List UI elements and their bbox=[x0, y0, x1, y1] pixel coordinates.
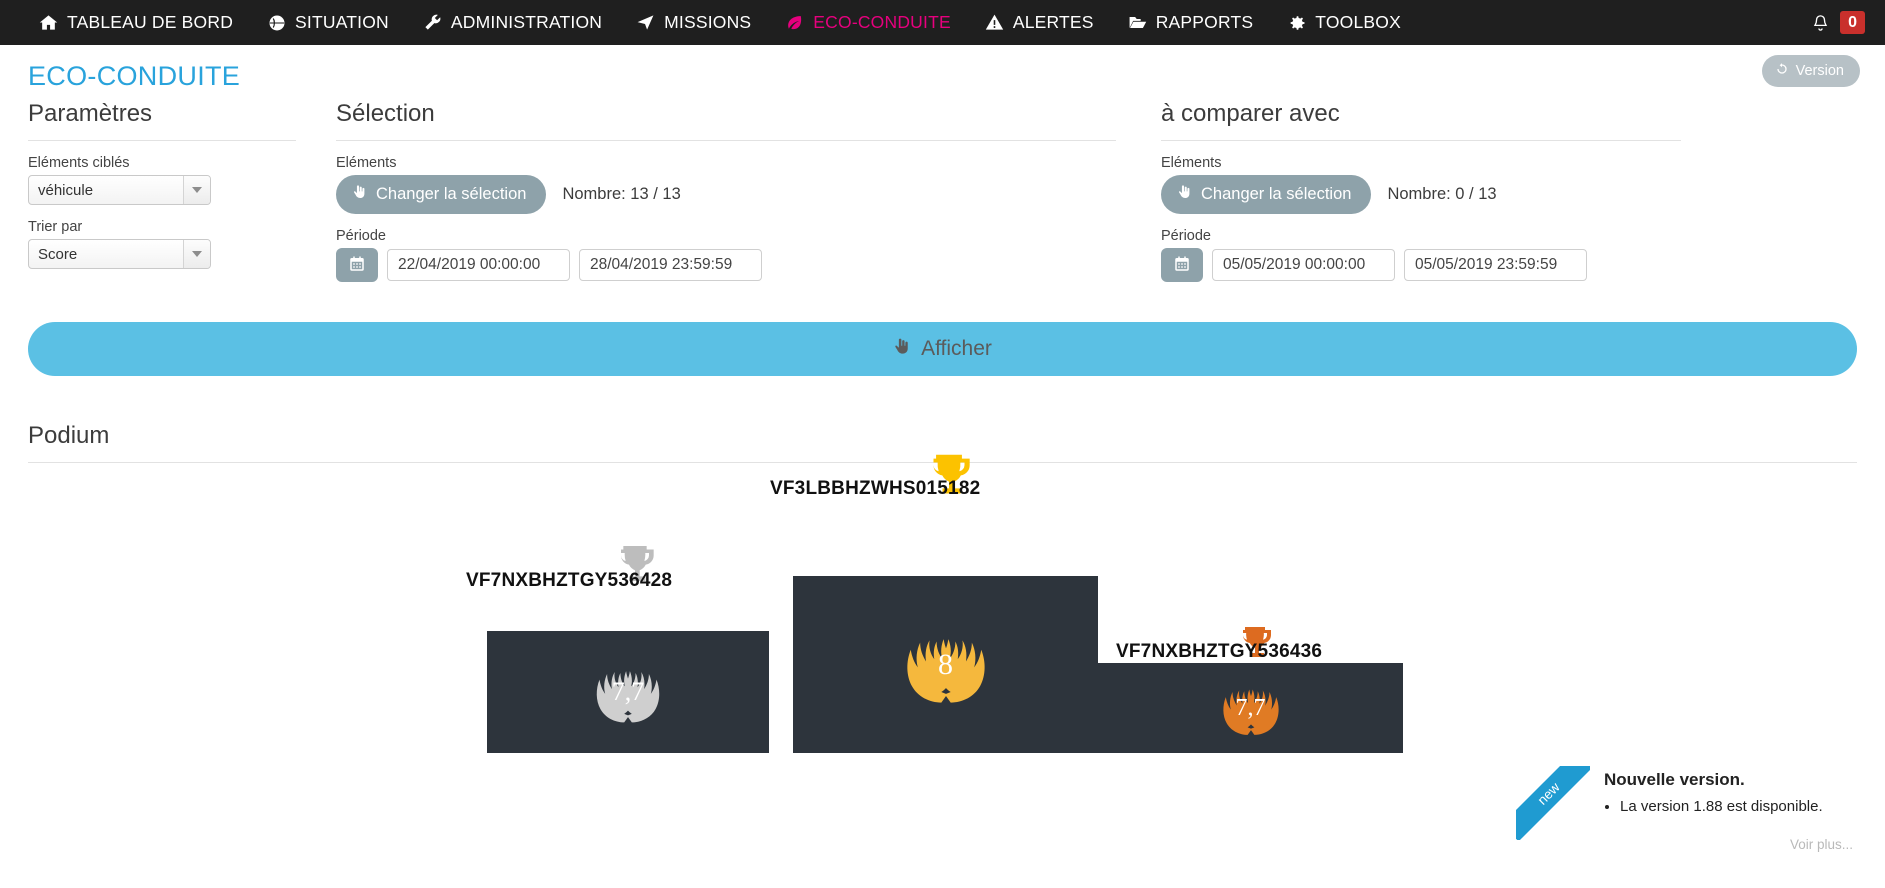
nav-label: TABLEAU DE BORD bbox=[67, 12, 234, 32]
change-comparison-label: Changer la sélection bbox=[1201, 185, 1352, 203]
nav-label: TOOLBOX bbox=[1315, 12, 1401, 32]
label-elements-cibles: Eléments ciblés bbox=[28, 155, 130, 171]
nav-label: ALERTES bbox=[1012, 12, 1094, 32]
nav-item-situation[interactable]: SITUATION bbox=[250, 0, 406, 45]
hand-pointer-icon bbox=[1177, 184, 1193, 205]
nav-item-eco-conduite[interactable]: ECO-CONDUITE bbox=[768, 0, 968, 45]
change-comparison-button[interactable]: Changer la sélection bbox=[1161, 175, 1372, 214]
toast-message: La version 1.88 est disponible. bbox=[1620, 798, 1823, 815]
podium-place-3: 7,7 VF7NXBHZTGY536436 bbox=[1098, 573, 1403, 753]
podium-score-3: 7,7 bbox=[1235, 694, 1266, 721]
notification-badge[interactable]: 0 bbox=[1840, 10, 1865, 35]
nav-item-tableau-de-bord[interactable]: TABLEAU DE BORD bbox=[22, 0, 250, 45]
label-trier-par: Trier par bbox=[28, 219, 83, 235]
selection-date-start-input[interactable] bbox=[387, 249, 570, 281]
notification-area: 0 bbox=[1811, 0, 1865, 45]
podium-vin-2: VF7NXBHZTGY536428 bbox=[466, 570, 673, 591]
compare-elements-row: Changer la sélection Nombre: 0 / 13 bbox=[1161, 175, 1681, 214]
selection-elements-row: Changer la sélection Nombre: 13 / 13 bbox=[336, 175, 1116, 214]
selection-period-row bbox=[336, 248, 1116, 282]
calendar-icon bbox=[1173, 255, 1191, 276]
home-icon bbox=[39, 13, 58, 32]
select-elements-cibles[interactable]: véhicule bbox=[28, 175, 211, 205]
select-elements-cibles-value: véhicule bbox=[38, 181, 94, 199]
panel-parametres: Paramètres Eléments ciblés véhicule Trie… bbox=[28, 100, 296, 282]
nav-item-toolbox[interactable]: TOOLBOX bbox=[1270, 0, 1418, 45]
bell-icon[interactable] bbox=[1811, 13, 1830, 32]
podium-vin-3: VF7NXBHZTGY536436 bbox=[1116, 641, 1323, 662]
compare-count: Nombre: 0 / 13 bbox=[1387, 185, 1497, 203]
panel-selection: Sélection Eléments Changer la sélection … bbox=[336, 100, 1116, 282]
calendar-button-comparer[interactable] bbox=[1161, 248, 1203, 282]
nav-label: ECO-CONDUITE bbox=[813, 12, 951, 32]
page-title: ECO-CONDUITE bbox=[28, 61, 241, 91]
calendar-icon bbox=[348, 255, 366, 276]
laurel-wreath-icon: 7,7 bbox=[1209, 674, 1293, 742]
history-icon bbox=[1775, 62, 1789, 80]
podium-vin-1: VF3LBBHZWHS015182 bbox=[770, 478, 981, 499]
laurel-wreath-icon: 7,7 bbox=[580, 654, 676, 730]
select-trier-par-value: Score bbox=[38, 245, 78, 263]
compare-period-row bbox=[1161, 248, 1681, 282]
toast-see-more-link[interactable]: Voir plus... bbox=[1790, 837, 1853, 852]
label-elements-comparer: Eléments bbox=[1161, 155, 1222, 171]
panel-title-comparer: à comparer avec bbox=[1161, 100, 1681, 141]
nav-item-alertes[interactable]: ALERTES bbox=[968, 0, 1111, 45]
compare-date-start-input[interactable] bbox=[1212, 249, 1395, 281]
leaf-icon bbox=[785, 13, 804, 32]
toast-title: Nouvelle version. bbox=[1604, 770, 1745, 789]
panel-title-parametres: Paramètres bbox=[28, 100, 296, 141]
hand-pointer-icon bbox=[352, 184, 368, 205]
afficher-button[interactable]: Afficher bbox=[28, 322, 1857, 376]
selection-count: Nombre: 13 / 13 bbox=[562, 185, 681, 203]
podium-score-1: 8 bbox=[938, 647, 953, 681]
version-button[interactable]: Version bbox=[1761, 55, 1860, 87]
podium-score-2: 7,7 bbox=[611, 677, 645, 706]
compare-date-end-input[interactable] bbox=[1404, 249, 1587, 281]
new-ribbon: new bbox=[1516, 766, 1590, 840]
nav-label: SITUATION bbox=[295, 12, 389, 32]
change-selection-button[interactable]: Changer la sélection bbox=[336, 175, 547, 214]
filters-row: Paramètres Eléments ciblés véhicule Trie… bbox=[0, 92, 1885, 282]
podium-block-3: 7,7 bbox=[1098, 663, 1403, 753]
podium-block-1: 8 bbox=[793, 576, 1098, 753]
chevron-down-icon bbox=[183, 176, 210, 204]
afficher-label: Afficher bbox=[921, 337, 992, 360]
selection-date-end-input[interactable] bbox=[579, 249, 762, 281]
warning-triangle-icon bbox=[985, 13, 1004, 32]
podium-section: Podium 7,7 VF7NXBHZTGY536428 8 VF3LBBHZW… bbox=[0, 376, 1885, 753]
page-header: ECO-CONDUITE Version bbox=[0, 45, 1885, 92]
version-button-label: Version bbox=[1795, 63, 1844, 79]
label-elements-selection: Eléments bbox=[336, 155, 397, 171]
podium-stage: 7,7 VF7NXBHZTGY536428 8 VF3LBBHZWHS01518… bbox=[28, 454, 1857, 753]
select-trier-par[interactable]: Score bbox=[28, 239, 211, 269]
new-ribbon-label: new bbox=[1516, 766, 1590, 840]
label-periode-comparer: Période bbox=[1161, 228, 1211, 244]
folder-open-icon bbox=[1128, 13, 1147, 32]
toast-message-list: La version 1.88 est disponible. bbox=[1604, 798, 1823, 815]
nav-label: MISSIONS bbox=[664, 12, 752, 32]
laurel-wreath-icon: 8 bbox=[887, 618, 1005, 712]
nav-label: RAPPORTS bbox=[1155, 12, 1254, 32]
hand-pointer-icon bbox=[893, 337, 912, 362]
nav-item-missions[interactable]: MISSIONS bbox=[619, 0, 768, 45]
nav-item-rapports[interactable]: RAPPORTS bbox=[1111, 0, 1271, 45]
calendar-button-selection[interactable] bbox=[336, 248, 378, 282]
chevron-down-icon bbox=[183, 240, 210, 268]
wrench-icon bbox=[423, 13, 442, 32]
podium-place-2: 7,7 VF7NXBHZTGY536428 bbox=[466, 543, 769, 753]
podium-block-2: 7,7 bbox=[487, 631, 769, 753]
nav-item-administration[interactable]: ADMINISTRATION bbox=[406, 0, 619, 45]
label-periode-selection: Période bbox=[336, 228, 386, 244]
nav-label: ADMINISTRATION bbox=[450, 12, 603, 32]
globe-icon bbox=[267, 13, 286, 32]
gear-icon bbox=[1287, 13, 1306, 32]
change-selection-label: Changer la sélection bbox=[376, 185, 527, 203]
top-navigation-bar: TABLEAU DE BORD SITUATION ADMINISTRATION… bbox=[0, 0, 1885, 45]
new-version-toast[interactable]: new Nouvelle version. La version 1.88 es… bbox=[1516, 766, 1861, 866]
podium-place-1: 8 VF3LBBHZWHS015182 bbox=[770, 454, 1098, 753]
panel-title-selection: Sélection bbox=[336, 100, 1116, 141]
panel-comparer: à comparer avec Eléments Changer la séle… bbox=[1161, 100, 1681, 282]
paper-plane-icon bbox=[636, 13, 655, 32]
